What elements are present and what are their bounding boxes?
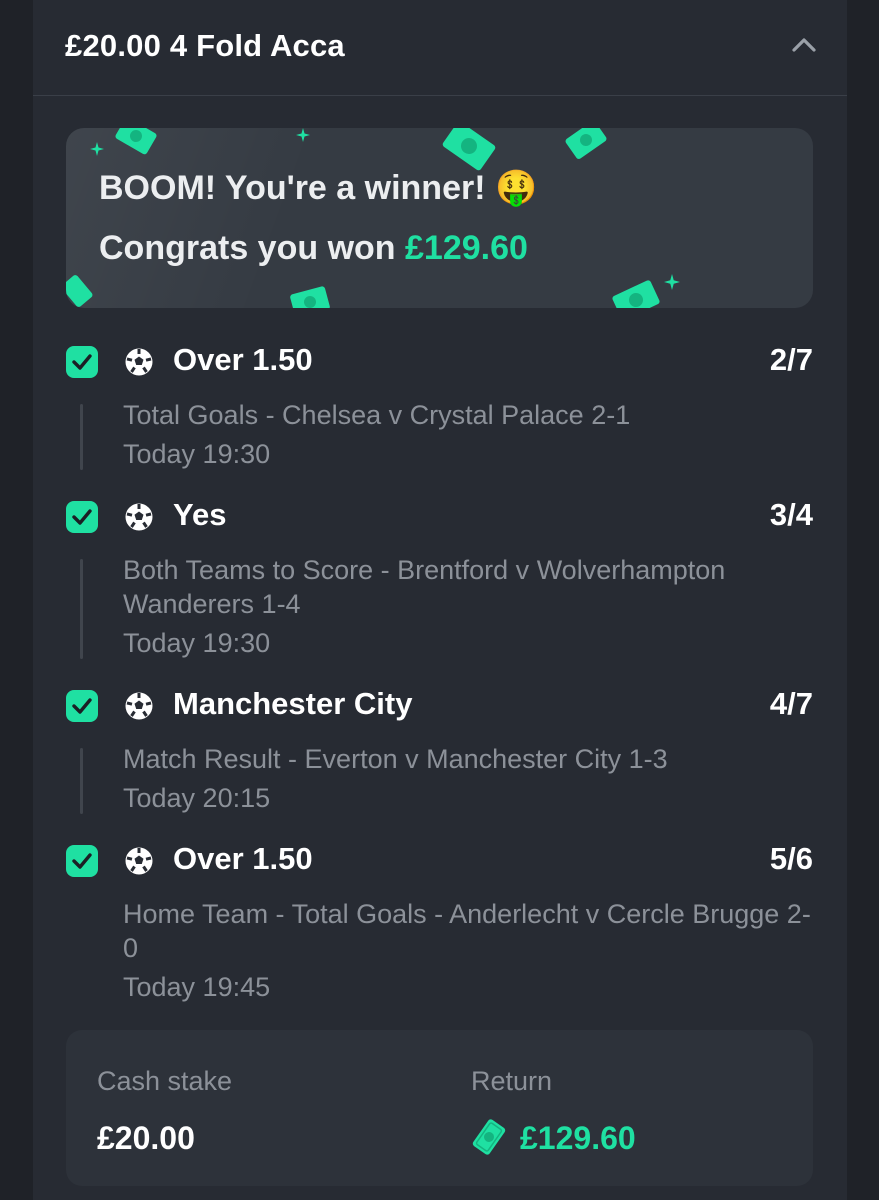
cash-note-icon [565, 128, 607, 159]
selection-odds: 2/7 [769, 342, 813, 377]
stake-label: Cash stake [97, 1066, 233, 1096]
winner-headline: BOOM! You're a winner! 🤑 [99, 169, 538, 207]
selection-time: Today 19:30 [123, 439, 271, 469]
selection-description: Match Result - Everton v Manchester City… [123, 744, 668, 774]
selection-name: Over 1.50 [173, 841, 313, 876]
cash-note-icon [472, 1119, 506, 1155]
congrats-text: Congrats you won [99, 229, 405, 267]
selection-row[interactable]: Over 1.50 5/6 Home Team - Total Goals - … [66, 841, 813, 1006]
football-icon [125, 847, 153, 875]
selection-time: Today 19:45 [123, 972, 271, 1002]
won-amount: £129.60 [405, 229, 528, 267]
selection-time: Today 20:15 [123, 783, 271, 813]
selection-name: Over 1.50 [173, 342, 313, 377]
football-icon [125, 503, 153, 531]
cash-note-icon [612, 280, 660, 308]
selection-description: Total Goals - Chelsea v Crystal Palace 2… [123, 400, 631, 430]
bet-card: £20.00 4 Fold Acca BOOM! You're a winner… [33, 0, 847, 1200]
bet-summary: Cash stake £20.00 Return £129.60 [66, 1030, 813, 1186]
winnings-message: Congrats you won £129.60 [99, 229, 528, 268]
sparkle-icon [90, 142, 104, 156]
collapse-button[interactable] [789, 30, 819, 60]
selection-row[interactable]: Yes 3/4 Both Teams to Score - Brentford … [66, 497, 813, 662]
return-value: £129.60 [520, 1120, 636, 1156]
selection-odds: 4/7 [769, 686, 813, 721]
selection-description: Home Team - Total Goals - Anderlecht v C… [123, 899, 811, 963]
cash-note-icon [115, 128, 157, 155]
won-check-icon [66, 501, 98, 533]
selection-row[interactable]: Over 1.50 2/7 Total Goals - Chelsea v Cr… [66, 342, 813, 474]
selection-divider [80, 404, 83, 470]
won-check-icon [66, 690, 98, 722]
cash-note-icon [290, 286, 330, 308]
selection-name: Manchester City [173, 686, 413, 721]
won-check-icon [66, 845, 98, 877]
football-icon [125, 348, 153, 376]
selection-divider [80, 559, 83, 659]
won-check-icon [66, 346, 98, 378]
selection-odds: 5/6 [769, 841, 813, 876]
selection-time: Today 19:30 [123, 628, 271, 658]
stake-value: £20.00 [97, 1120, 195, 1156]
selection-row[interactable]: Manchester City 4/7 Match Result - Evert… [66, 686, 813, 818]
sparkle-icon [664, 274, 680, 290]
chevron-up-icon [792, 38, 816, 52]
cash-note-icon [442, 128, 496, 171]
football-icon [125, 692, 153, 720]
selection-name: Yes [173, 497, 227, 532]
selection-description: Both Teams to Score - Brentford v Wolver… [123, 555, 726, 619]
selection-odds: 3/4 [769, 497, 813, 532]
cash-note-icon [66, 275, 93, 307]
winner-banner: BOOM! You're a winner! 🤑 Congrats you wo… [66, 128, 813, 308]
return-label: Return [471, 1066, 553, 1096]
sparkle-icon [296, 128, 310, 142]
bet-header[interactable]: £20.00 4 Fold Acca [33, 0, 847, 96]
selection-divider [80, 748, 83, 814]
banner-light-beam [66, 128, 366, 308]
bet-title: £20.00 4 Fold Acca [65, 28, 345, 63]
